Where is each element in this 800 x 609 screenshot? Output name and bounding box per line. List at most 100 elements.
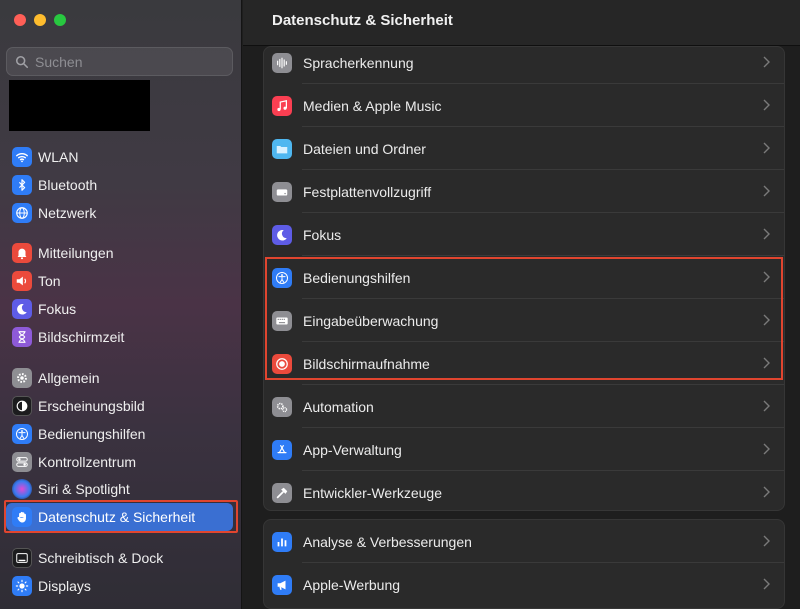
sidebar-item-fokus[interactable]: Fokus <box>6 295 233 323</box>
row-fokus[interactable]: Fokus <box>264 213 784 256</box>
row-label: Bedienungshilfen <box>303 269 411 286</box>
row-label: Medien & Apple Music <box>303 97 442 114</box>
window-controls <box>14 14 66 26</box>
chevron-right-icon <box>763 271 770 283</box>
moon-icon <box>12 299 32 319</box>
sidebar-item-datenschutz-sicherheit[interactable]: Datenschutz & Sicherheit <box>6 503 233 531</box>
sidebar-item-ton[interactable]: Ton <box>6 267 233 295</box>
appearance-icon <box>12 396 32 416</box>
sidebar-item-label: Allgemein <box>38 370 100 386</box>
row-automation[interactable]: Automation <box>264 385 784 428</box>
music-icon <box>272 95 292 116</box>
chevron-right-icon <box>763 486 770 498</box>
sidebar-item-label: WLAN <box>38 149 79 165</box>
sidebar-item-label: Erscheinungsbild <box>38 398 145 414</box>
sidebar-item-label: Displays <box>38 578 91 594</box>
chevron-right-icon <box>763 535 770 547</box>
sidebar-item-label: Bildschirmzeit <box>38 329 125 345</box>
row-label: Automation <box>303 398 374 415</box>
chevron-right-icon <box>763 142 770 154</box>
row-analyse-verbesserungen[interactable]: Analyse & Verbesserungen <box>264 520 784 563</box>
sidebar-item-siri-spotlight[interactable]: Siri & Spotlight <box>6 475 233 503</box>
bell-icon <box>12 243 32 263</box>
zoom-window-button[interactable] <box>54 14 66 26</box>
row-label: Eingabeüberwachung <box>303 312 439 329</box>
row-medien-apple-music[interactable]: Medien & Apple Music <box>264 84 784 127</box>
toggles-icon <box>12 452 32 472</box>
chart-icon <box>272 531 292 552</box>
dock-icon <box>12 548 32 568</box>
row-bedienungshilfen[interactable]: Bedienungshilfen <box>264 256 784 299</box>
row-label: Festplattenvollzugriff <box>303 183 432 200</box>
row-label: Entwickler-Werkzeuge <box>303 484 443 501</box>
user-account-card[interactable] <box>9 80 150 131</box>
sidebar-item-netzwerk[interactable]: Netzwerk <box>6 199 233 227</box>
siri-icon <box>12 479 32 499</box>
search-icon <box>15 55 29 68</box>
row-app-verwaltung[interactable]: App-Verwaltung <box>264 428 784 471</box>
speaker-icon <box>12 271 32 291</box>
row-spracherkennung[interactable]: Spracherkennung <box>264 47 784 84</box>
close-window-button[interactable] <box>14 14 26 26</box>
sidebar-item-wlan[interactable]: WLAN <box>6 143 233 171</box>
sidebar-item-label: Bedienungshilfen <box>38 426 146 442</box>
folder-icon <box>272 138 292 159</box>
sidebar-item-allgemein[interactable]: Allgemein <box>6 364 233 392</box>
row-label: Analyse & Verbesserungen <box>303 533 472 550</box>
chevron-right-icon <box>763 228 770 240</box>
search-field[interactable] <box>6 47 233 76</box>
chevron-right-icon <box>763 357 770 369</box>
sidebar-item-label: Kontrollzentrum <box>38 454 137 470</box>
accessibility-icon <box>12 424 32 444</box>
moon-icon <box>272 224 292 245</box>
sidebar-item-erscheinungsbild[interactable]: Erscheinungsbild <box>6 392 233 420</box>
sidebar-item-label: Siri & Spotlight <box>38 481 130 497</box>
analytics-group: Analyse & Verbesserungen Apple-Werbung <box>263 519 785 609</box>
row-eingabeueberwachung[interactable]: Eingabeüberwachung <box>264 299 784 342</box>
row-label: Spracherkennung <box>303 54 414 71</box>
sidebar-item-bluetooth[interactable]: Bluetooth <box>6 171 233 199</box>
bluetooth-icon <box>12 175 32 195</box>
hammer-icon <box>272 482 292 503</box>
chevron-right-icon <box>763 400 770 412</box>
globe-icon <box>12 203 32 223</box>
sidebar-item-label: Fokus <box>38 301 77 317</box>
hand-icon <box>12 507 32 527</box>
sidebar-item-label: Mitteilungen <box>38 245 114 261</box>
row-label: Apple-Werbung <box>303 576 401 593</box>
row-dateien-und-ordner[interactable]: Dateien und Ordner <box>264 127 784 170</box>
waveform-icon <box>272 52 292 73</box>
hourglass-icon <box>12 327 32 347</box>
title-bar: Datenschutz & Sicherheit <box>243 0 800 46</box>
privacy-settings-group: Spracherkennung Medien & Apple Music Dat… <box>263 46 785 511</box>
sidebar-item-schreibtisch-dock[interactable]: Schreibtisch & Dock <box>6 544 233 572</box>
sidebar-item-label: Datenschutz & Sicherheit <box>38 509 196 525</box>
chevron-right-icon <box>763 56 770 68</box>
wifi-icon <box>12 147 32 167</box>
sidebar-item-kontrollzentrum[interactable]: Kontrollzentrum <box>6 448 233 476</box>
row-bildschirmaufnahme[interactable]: Bildschirmaufnahme <box>264 342 784 385</box>
record-icon <box>272 353 292 374</box>
row-label: Bildschirmaufnahme <box>303 355 430 372</box>
search-input[interactable] <box>35 53 215 70</box>
disk-icon <box>272 181 292 202</box>
row-apple-werbung[interactable]: Apple-Werbung <box>264 563 784 606</box>
sidebar-item-bildschirmzeit[interactable]: Bildschirmzeit <box>6 323 233 351</box>
sidebar-item-label: Bluetooth <box>38 177 98 193</box>
minimize-window-button[interactable] <box>34 14 46 26</box>
appstore-icon <box>272 439 292 460</box>
row-label: Dateien und Ordner <box>303 140 426 157</box>
sidebar-item-label: Schreibtisch & Dock <box>38 550 164 566</box>
megaphone-icon <box>272 574 292 595</box>
row-label: Fokus <box>303 226 342 243</box>
gears-icon <box>272 396 292 417</box>
sidebar-item-bedienungshilfen[interactable]: Bedienungshilfen <box>6 420 233 448</box>
chevron-right-icon <box>763 314 770 326</box>
row-entwickler-werkzeuge[interactable]: Entwickler-Werkzeuge <box>264 471 784 510</box>
gear-icon <box>12 368 32 388</box>
sidebar-item-displays[interactable]: Displays <box>6 572 233 600</box>
sun-icon <box>12 576 32 596</box>
row-festplattenvollzugriff[interactable]: Festplattenvollzugriff <box>264 170 784 213</box>
main-content: Datenschutz & Sicherheit Spracherkennung… <box>243 0 800 609</box>
sidebar-item-mitteilungen[interactable]: Mitteilungen <box>6 239 233 267</box>
